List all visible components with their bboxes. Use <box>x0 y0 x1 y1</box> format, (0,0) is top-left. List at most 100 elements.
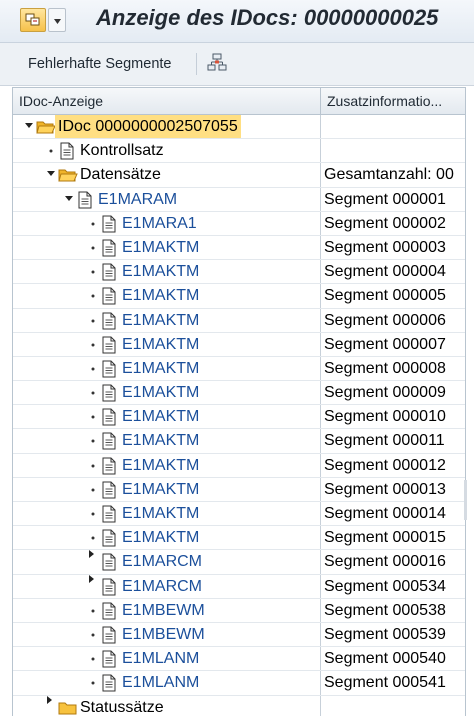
tree-node-cell[interactable]: E1MARA1 <box>13 211 321 235</box>
tree-row[interactable]: E1MBEWM Segment 000539 <box>13 622 465 648</box>
tree-node-label[interactable]: E1MAKTM <box>122 357 199 380</box>
tree-node-cell[interactable]: E1MARAM <box>13 187 321 211</box>
tree-row[interactable]: E1MAKTM Segment 000008 <box>13 356 465 382</box>
document-icon <box>76 191 94 209</box>
column-header-idoc-anzeige[interactable]: IDoc-Anzeige <box>13 88 321 114</box>
tree-row[interactable]: E1MLANM Segment 000540 <box>13 647 465 672</box>
expand-arrow-down-icon[interactable] <box>23 115 35 138</box>
tree-node-label[interactable]: E1MARA1 <box>122 212 197 235</box>
tree-node-cell[interactable]: E1MAKTM <box>13 453 321 477</box>
additional-info-cell: Segment 000002 <box>324 214 446 232</box>
tree-node-label[interactable]: E1MARCM <box>122 575 202 598</box>
tree-row[interactable]: E1MAKTM Segment 000013 <box>13 477 465 502</box>
document-icon <box>100 408 118 426</box>
tree-row[interactable]: E1MAKTM Segment 000007 <box>13 332 465 357</box>
document-icon <box>100 263 118 281</box>
tree-node-cell[interactable]: E1MAKTM <box>13 429 321 453</box>
tree-node-label[interactable]: E1MLANM <box>122 647 199 670</box>
expand-arrow-right-icon[interactable] <box>87 574 99 598</box>
tree-row[interactable]: E1MBEWM Segment 000538 <box>13 598 465 623</box>
additional-info-cell: Segment 000534 <box>324 577 446 595</box>
tree-bullet-icon <box>87 526 99 549</box>
tree-node-label[interactable]: Statussätze <box>80 696 164 716</box>
tree-node-label[interactable]: E1MAKTM <box>122 429 199 452</box>
tree-node-cell[interactable]: E1MAKTM <box>13 526 321 550</box>
tree-node-label[interactable]: E1MAKTM <box>122 381 199 404</box>
tree-node-cell[interactable]: E1MBEWM <box>13 622 321 647</box>
tree-row[interactable]: IDoc 0000000002507055 <box>13 115 465 140</box>
tree-structure-icon[interactable] <box>206 52 228 74</box>
tree-node-label[interactable]: E1MLANM <box>122 671 199 694</box>
tree-node-cell[interactable]: E1MARCM <box>13 550 321 574</box>
tree-node-cell[interactable]: E1MAKTM <box>13 284 321 308</box>
tree-node-cell[interactable]: E1MAKTM <box>13 356 321 381</box>
dropdown-icon[interactable] <box>48 8 66 32</box>
additional-info-cell: Segment 000003 <box>324 238 446 256</box>
tree-row[interactable]: E1MAKTM Segment 000015 <box>13 526 465 551</box>
tree-row[interactable]: Kontrollsatz <box>13 139 465 164</box>
tree-row[interactable]: E1MAKTM Segment 000010 <box>13 405 465 430</box>
tree-node-cell[interactable]: Datensätze <box>13 163 321 187</box>
tree-row[interactable]: Statussätze <box>13 695 465 716</box>
column-header-zusatzinformation[interactable]: Zusatzinformatio... <box>321 88 465 114</box>
tree-node-label[interactable]: E1MAKTM <box>122 405 199 428</box>
tree-node-cell[interactable]: E1MAKTM <box>13 332 321 356</box>
expand-arrow-right-icon[interactable] <box>87 550 99 573</box>
tree-bullet-icon <box>87 212 99 235</box>
tree-node-cell[interactable]: IDoc 0000000002507055 <box>13 115 321 139</box>
tree-node-label[interactable]: E1MARAM <box>98 188 177 211</box>
tree-node-cell[interactable]: Kontrollsatz <box>13 139 321 163</box>
additional-info-cell: Segment 000008 <box>324 359 446 377</box>
tree-node-label[interactable]: E1MBEWM <box>122 623 205 646</box>
tree-row[interactable]: E1MAKTM Segment 000006 <box>13 308 465 333</box>
tree-row[interactable]: Datensätze Gesamtanzahl: 00 <box>13 163 465 188</box>
tree-node-cell[interactable]: E1MAKTM <box>13 381 321 405</box>
faulty-segments-button[interactable]: Fehlerhafte Segmente <box>22 52 177 76</box>
tree-node-cell[interactable]: E1MAKTM <box>13 477 321 501</box>
tree-row[interactable]: E1MAKTM Segment 000003 <box>13 235 465 261</box>
tree-node-cell[interactable]: E1MAKTM <box>13 235 321 260</box>
tree-node-label[interactable]: E1MAKTM <box>122 478 199 501</box>
expand-arrow-right-icon[interactable] <box>45 695 57 716</box>
additional-info-cell: Segment 000010 <box>324 408 446 426</box>
tree-node-cell[interactable]: E1MLANM <box>13 647 321 671</box>
tree-node-cell[interactable]: E1MAKTM <box>13 308 321 332</box>
scrollbar[interactable] <box>464 480 467 520</box>
tree-node-label[interactable]: Kontrollsatz <box>80 139 164 162</box>
tree-node-cell[interactable]: E1MBEWM <box>13 598 321 622</box>
tree-node-label[interactable]: Datensätze <box>80 163 161 186</box>
tree-node-label[interactable]: E1MARCM <box>122 550 202 573</box>
tree-node-cell[interactable]: E1MAKTM <box>13 405 321 429</box>
tree-row[interactable]: E1MLANM Segment 000541 <box>13 671 465 696</box>
tree-node-cell[interactable]: Statussätze <box>13 695 321 716</box>
tree-node-label[interactable]: E1MAKTM <box>122 454 199 477</box>
tree-node-cell[interactable]: E1MAKTM <box>13 260 321 284</box>
tree-node-label[interactable]: E1MAKTM <box>122 284 199 307</box>
sap-menu-icon[interactable] <box>20 8 46 32</box>
tree-row[interactable]: E1MAKTM Segment 000004 <box>13 260 465 285</box>
tree-node-label[interactable]: E1MAKTM <box>122 236 199 259</box>
tree-bullet-icon <box>87 599 99 622</box>
tree-row[interactable]: E1MARAM Segment 000001 <box>13 187 465 212</box>
tree-node-cell[interactable]: E1MARCM <box>13 574 321 598</box>
tree-node-label[interactable]: E1MAKTM <box>122 309 199 332</box>
tree-node-label[interactable]: IDoc 0000000002507055 <box>55 115 241 139</box>
tree-node-label[interactable]: E1MBEWM <box>122 599 205 622</box>
tree-node-label[interactable]: E1MAKTM <box>122 502 199 525</box>
tree-row[interactable]: E1MARCM Segment 000534 <box>13 574 465 599</box>
tree-row[interactable]: E1MARA1 Segment 000002 <box>13 211 465 236</box>
tree-node-label[interactable]: E1MAKTM <box>122 526 199 549</box>
tree-row[interactable]: E1MAKTM Segment 000012 <box>13 453 465 478</box>
tree-node-cell[interactable]: E1MAKTM <box>13 502 321 526</box>
tree-row[interactable]: E1MAKTM Segment 000005 <box>13 284 465 309</box>
tree-node-cell[interactable]: E1MLANM <box>13 671 321 695</box>
tree-row[interactable]: E1MAKTM Segment 000014 <box>13 502 465 527</box>
tree-row[interactable]: E1MAKTM Segment 000009 <box>13 381 465 406</box>
tree-node-label[interactable]: E1MAKTM <box>122 333 199 356</box>
tree-row[interactable]: E1MAKTM Segment 000011 <box>13 429 465 454</box>
tree-node-label[interactable]: E1MAKTM <box>122 260 199 283</box>
expand-arrow-down-icon[interactable] <box>63 188 75 211</box>
expand-arrow-down-icon[interactable] <box>45 163 57 186</box>
additional-info-cell: Segment 000007 <box>324 335 446 353</box>
tree-row[interactable]: E1MARCM Segment 000016 <box>13 550 465 575</box>
